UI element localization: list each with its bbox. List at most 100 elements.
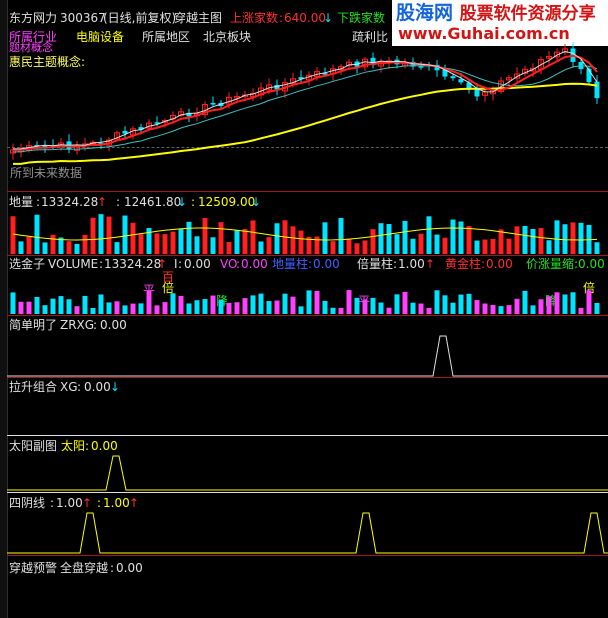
gold-volume-bar [178,295,184,314]
gold-volume-bar [482,303,488,314]
gold-volume-bar [562,294,568,314]
volume-bar [554,220,560,254]
volume-bar [106,216,112,254]
gold-volume-bar [146,291,152,314]
volume-bar [274,223,280,254]
volume-bar [378,223,384,254]
gold-volume-bar [74,306,80,314]
volume-bar [322,222,328,254]
volume-bar [546,240,552,254]
gold-volume-bar [386,307,392,314]
gold-volume-bar [154,305,160,314]
gold-volume-bar [554,292,560,314]
gold-volume-bar [538,299,544,314]
gold-volume-bar [250,295,256,314]
gold-volume-bar [66,299,72,314]
candle-body [450,76,456,79]
volume-bar [402,220,408,254]
volume-bar [538,228,544,254]
gold-volume-bar [114,301,120,314]
gold-volume-bar [466,293,472,314]
volume-bar [442,237,448,254]
volume-bar [466,226,472,254]
volume-bar [138,234,144,254]
volume-bar [90,217,96,254]
gold-volume-bar [522,290,528,314]
volume-bar [242,229,248,254]
gold-volume-bar [290,296,296,314]
volume-bar [162,234,168,254]
gold-volume-bar [234,302,240,314]
signal-sun [7,455,608,491]
volume-bar [346,238,352,254]
volume-bar [186,221,192,254]
gold-volume-bar [426,307,432,314]
gold-volume-bar [450,302,456,314]
gold-volume-bar [10,292,16,314]
gold-volume-bar [106,302,112,314]
gold-volume-bar [82,295,88,314]
volume-bar [458,221,464,254]
volume-bar [26,236,32,254]
volume-bar [370,229,376,254]
candle-body [418,66,424,68]
candle-body [474,88,480,97]
volume-bar [514,226,520,254]
volume-bar [338,217,344,254]
kline-chart-canvas[interactable] [0,0,608,618]
gold-volume-bar [338,307,344,314]
volume-bar [250,220,256,254]
volume-bar [50,234,56,254]
gold-volume-bar [226,302,232,314]
volume-bar [506,238,512,254]
volume-bar [98,214,104,254]
gold-volume-bar [138,303,144,314]
gold-volume-bar [202,299,208,314]
gold-volume-bar [42,305,48,314]
gold-volume-bar [170,293,176,314]
gold-volume-bar [266,301,272,314]
gold-volume-bar [330,307,336,314]
volume-bar [170,231,176,254]
volume-bar [450,219,456,254]
gold-volume-bar [578,307,584,314]
volume-bar [434,234,440,254]
gold-volume-bar [50,298,56,314]
gold-volume-bar [354,297,360,314]
gold-volume-bar [402,291,408,314]
volume-bar [66,241,72,254]
volume-bar [594,242,600,254]
volume-bar [386,224,392,254]
gold-volume-bar [506,305,512,314]
gold-volume-bar [570,292,576,314]
volume-bar [498,229,504,254]
volume-bar [34,214,40,254]
gold-volume-bar [90,307,96,314]
gold-volume-bar [410,302,416,314]
volume-bar [178,228,184,254]
volume-bar [362,240,368,254]
volume-bar [530,228,536,254]
candle-body [594,81,600,99]
volume-bar [210,237,216,254]
volume-bar [522,225,528,254]
gold-volume-bar [18,301,24,314]
volume-bar [42,242,48,254]
gold-volume-bar [298,306,304,314]
gold-volume-bar [546,296,552,314]
gold-volume-bar [282,293,288,314]
gold-volume-bar [586,290,592,314]
gold-volume-bar [98,294,104,314]
gold-volume-bar [418,303,424,314]
gold-volume-bar [314,290,320,314]
gold-volume-bar [210,295,216,314]
volume-bar [10,216,16,254]
signal-four [7,512,608,554]
volume-bar [82,234,88,254]
volume-bar [570,222,576,254]
volume-bar [418,233,424,254]
volume-bar [482,239,488,254]
volume-bar [234,230,240,254]
signal-simple [7,335,608,377]
volume-bar [114,242,120,254]
